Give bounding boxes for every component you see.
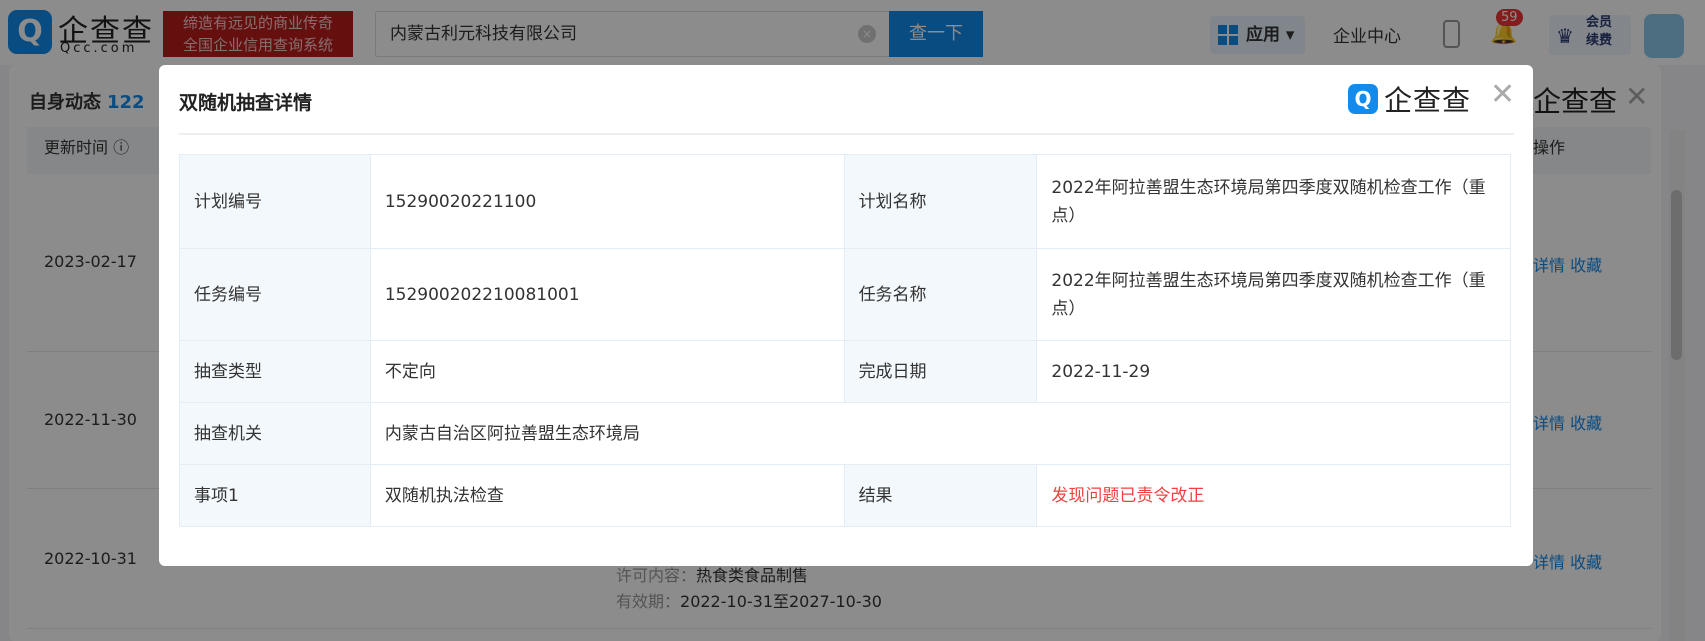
- modal-logo-text: 企查查: [1384, 84, 1472, 117]
- close-icon[interactable]: ✕: [1490, 77, 1515, 112]
- item-label: 事项1: [179, 464, 371, 527]
- result-value: 发现问题已责令改正: [1036, 464, 1511, 527]
- table-row: 计划编号 15290020221100 计划名称 2022年阿拉善盟生态环境局第…: [179, 154, 1511, 249]
- plan-name-label: 计划名称: [843, 154, 1038, 249]
- task-no-value: 152900202210081001: [369, 248, 845, 341]
- table-row: 事项1 双随机执法检查 结果 发现问题已责令改正: [179, 464, 1511, 527]
- detail-table: 计划编号 15290020221100 计划名称 2022年阿拉善盟生态环境局第…: [179, 154, 1512, 527]
- title-divider: [179, 133, 1514, 135]
- table-row: 任务编号 152900202210081001 任务名称 2022年阿拉善盟生态…: [179, 248, 1511, 341]
- date-value: 2022-11-29: [1036, 340, 1511, 403]
- inspection-detail-modal: 双随机抽查详情 Q 企查查 ✕ 计划编号 15290020221100 计划名称…: [159, 65, 1533, 566]
- org-value: 内蒙古自治区阿拉善盟生态环境局: [369, 402, 1512, 465]
- qcc-logo-icon: Q: [1348, 84, 1378, 114]
- org-label: 抽查机关: [179, 402, 371, 465]
- task-name-label: 任务名称: [843, 248, 1038, 341]
- table-row: 抽查类型 不定向 完成日期 2022-11-29: [179, 340, 1511, 403]
- task-name-value: 2022年阿拉善盟生态环境局第四季度双随机检查工作（重点）: [1036, 248, 1511, 341]
- modal-title: 双随机抽查详情: [179, 92, 313, 114]
- type-value: 不定向: [369, 340, 845, 403]
- table-row: 抽查机关 内蒙古自治区阿拉善盟生态环境局: [179, 402, 1512, 465]
- plan-no-value: 15290020221100: [369, 154, 845, 249]
- plan-no-label: 计划编号: [179, 154, 371, 249]
- plan-name-value: 2022年阿拉善盟生态环境局第四季度双随机检查工作（重点）: [1036, 154, 1511, 249]
- date-label: 完成日期: [843, 340, 1038, 403]
- type-label: 抽查类型: [179, 340, 371, 403]
- result-label: 结果: [843, 464, 1038, 527]
- item-value: 双随机执法检查: [369, 464, 845, 527]
- task-no-label: 任务编号: [179, 248, 371, 341]
